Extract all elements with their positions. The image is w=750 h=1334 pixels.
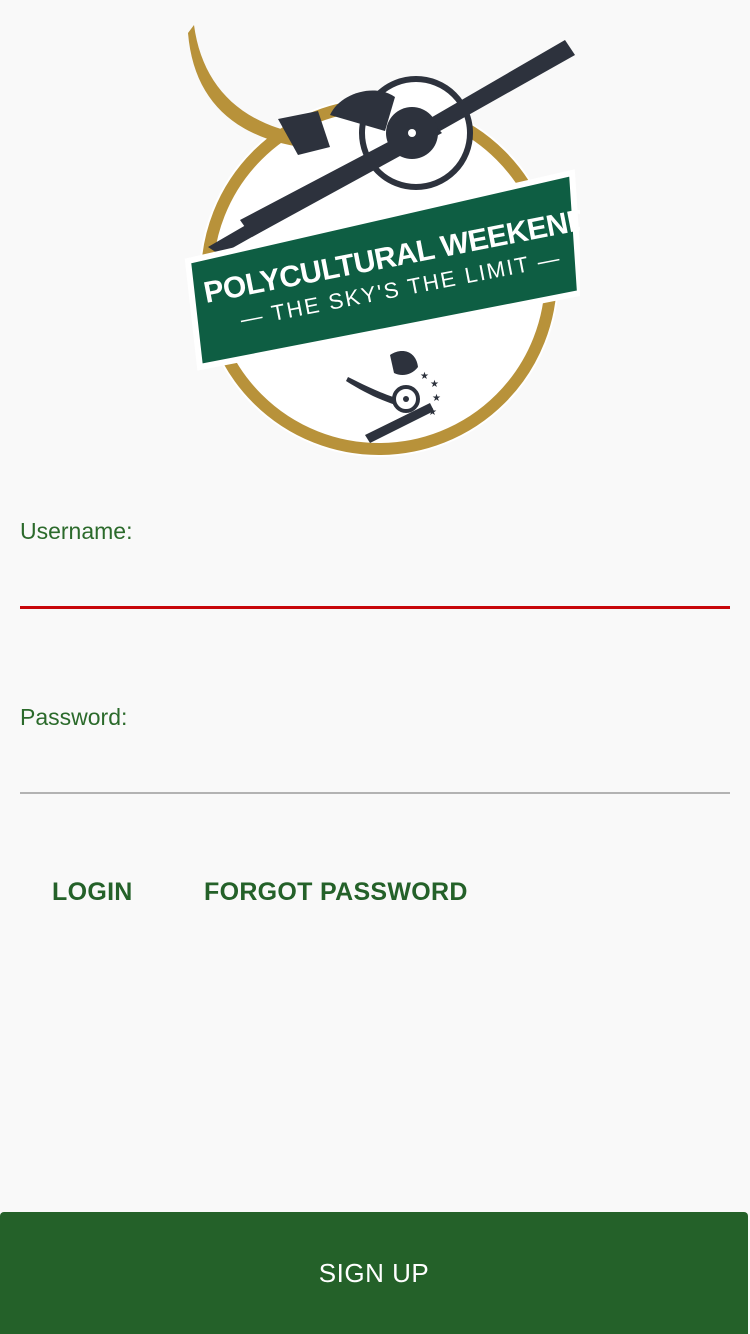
login-button[interactable]: LOGIN [52,868,133,916]
event-logo: POLYCULTURAL WEEKEND 2018 — THE SKY'S TH… [180,15,580,465]
password-label: Password: [20,704,128,730]
username-input[interactable] [20,558,730,609]
svg-text:★: ★ [420,371,429,382]
signup-button[interactable]: SIGN UP [0,1212,748,1334]
svg-text:★: ★ [428,407,437,418]
username-label: Username: [20,518,133,544]
svg-text:★: ★ [432,393,441,404]
forgot-password-button[interactable]: FORGOT PASSWORD [204,868,468,916]
password-input[interactable] [20,744,730,794]
svg-text:★: ★ [430,379,439,390]
